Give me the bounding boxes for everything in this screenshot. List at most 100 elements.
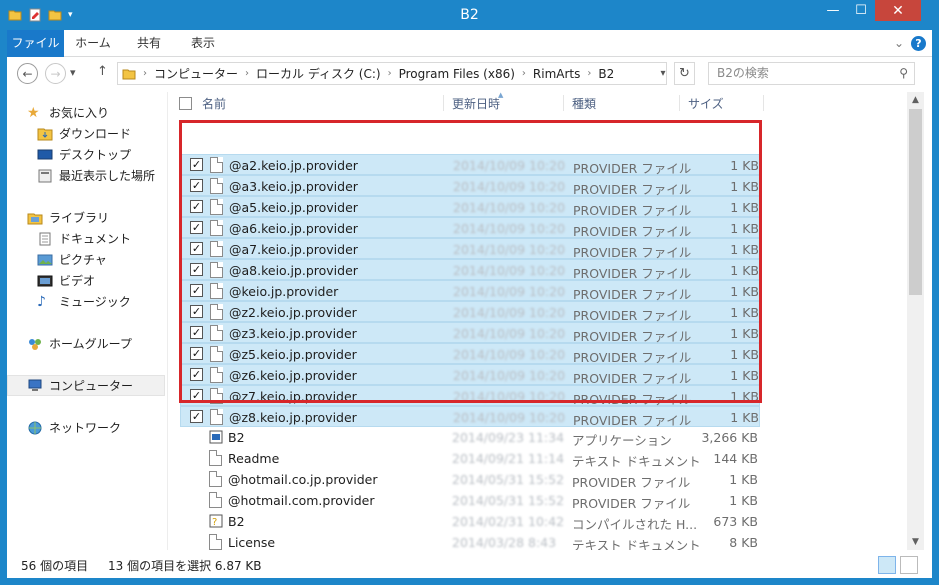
row-checkbox[interactable]: ✓ — [190, 284, 203, 297]
row-checkbox[interactable]: ✓ — [190, 179, 203, 192]
breadcrumb-local-disk[interactable]: ローカル ディスク (C:) — [256, 65, 381, 82]
file-row[interactable]: ✓ @z7.keio.jp.provider 2014/10/09 10:20 PRO… — [180, 385, 760, 407]
details-view-button[interactable] — [878, 556, 896, 574]
nav-music[interactable]: ♪ ミュージック — [7, 291, 165, 312]
nav-network[interactable]: ネットワーク — [7, 417, 165, 438]
nav-downloads[interactable]: ダウンロード — [7, 123, 165, 144]
file-icon — [210, 346, 223, 362]
nav-label: ライブラリ — [49, 211, 110, 225]
file-size: 144 KB — [713, 451, 758, 466]
file-row[interactable]: ✓ @z8.keio.jp.provider 2014/10/09 10:20 PRO… — [180, 406, 760, 428]
address-dropdown-icon[interactable]: ▾ — [654, 62, 672, 85]
row-checkbox[interactable]: ✓ — [190, 410, 203, 423]
file-name: @z8.keio.jp.provider — [229, 410, 357, 425]
tab-home[interactable]: ホーム — [67, 30, 119, 57]
help-icon[interactable]: ? — [911, 36, 926, 51]
scroll-up-icon[interactable]: ▲ — [907, 92, 924, 108]
file-row[interactable]: License 2014/03/28 8:43 テキスト ドキュメント 8 KB — [180, 532, 760, 550]
file-date: 2014/10/09 10:20 — [453, 242, 566, 257]
nav-videos[interactable]: ビデオ — [7, 270, 165, 291]
column-name[interactable]: 名前 — [198, 95, 444, 111]
column-date[interactable]: 更新日時 — [448, 95, 564, 111]
file-icon — [209, 471, 222, 487]
refresh-button[interactable]: ↻ — [674, 62, 695, 85]
nav-computer[interactable]: コンピューター — [7, 375, 165, 396]
scrollbar-thumb[interactable] — [909, 109, 922, 295]
file-row[interactable]: @hotmail.com.provider 2014/05/31 15:52 PRO… — [180, 490, 760, 511]
file-icon — [210, 241, 223, 257]
file-date: 2014/10/09 10:20 — [453, 410, 566, 425]
maximize-button[interactable]: ☐ — [847, 0, 875, 21]
select-all-checkbox[interactable] — [179, 97, 192, 110]
file-icon — [210, 283, 223, 299]
breadcrumb-b2[interactable]: B2 — [598, 67, 614, 81]
file-row[interactable]: @hotmail.co.jp.provider 2014/05/31 15:52 P… — [180, 469, 760, 490]
file-row[interactable]: Readme 2014/09/21 11:14 テキスト ドキュメント 144 KB — [180, 448, 760, 469]
nav-favorites[interactable]: ★ お気に入り — [7, 102, 165, 123]
file-date: 2014/10/09 10:20 — [453, 179, 566, 194]
column-type[interactable]: 種類 — [568, 95, 680, 111]
downloads-folder-icon — [37, 128, 53, 140]
row-checkbox[interactable]: ✓ — [190, 326, 203, 339]
file-row[interactable]: ✓ @a8.keio.jp.provider 2014/10/09 10:20 PRO… — [180, 259, 760, 281]
scroll-down-icon[interactable]: ▼ — [907, 534, 924, 550]
row-checkbox[interactable]: ✓ — [190, 368, 203, 381]
row-checkbox[interactable]: ✓ — [190, 389, 203, 402]
file-row[interactable]: ✓ @a5.keio.jp.provider 2014/10/09 10:20 PRO… — [180, 196, 760, 218]
address-bar[interactable]: › コンピューター › ローカル ディスク (C:) › Program Fil… — [117, 62, 667, 85]
breadcrumb-program-files[interactable]: Program Files (x86) — [399, 67, 515, 81]
row-checkbox[interactable]: ✓ — [190, 158, 203, 171]
breadcrumb-rimarts[interactable]: RimArts — [533, 67, 580, 81]
file-row[interactable]: ✓ @z6.keio.jp.provider 2014/10/09 10:20 PRO… — [180, 364, 760, 386]
nav-libraries[interactable]: ライブラリ — [7, 207, 165, 228]
recent-locations-icon[interactable]: ▾ — [70, 66, 76, 79]
row-checkbox[interactable]: ✓ — [190, 347, 203, 360]
file-row[interactable]: B2 2014/09/23 11:34 アプリケーション 3,266 KB — [180, 427, 760, 448]
row-checkbox[interactable]: ✓ — [190, 200, 203, 213]
tab-share[interactable]: 共有 — [125, 30, 173, 57]
file-size: 1 KB — [730, 263, 759, 278]
nav-recent[interactable]: 最近表示した場所 — [7, 165, 165, 186]
large-icons-view-button[interactable] — [900, 556, 918, 574]
file-row[interactable]: ✓ @a2.keio.jp.provider 2014/10/09 10:20 PRO… — [180, 154, 760, 176]
file-row[interactable]: ✓ @a3.keio.jp.provider 2014/10/09 10:20 PRO… — [180, 175, 760, 197]
file-date: 2014/10/09 10:20 — [453, 305, 566, 320]
file-size: 1 KB — [730, 389, 759, 404]
ribbon-expand-icon[interactable]: ⌄ — [894, 36, 904, 50]
file-name: @z7.keio.jp.provider — [229, 389, 357, 404]
forward-button[interactable]: → — [45, 63, 66, 84]
file-row[interactable]: ✓ @keio.jp.provider 2014/10/09 10:20 PROVID… — [180, 280, 760, 302]
tab-file[interactable]: ファイル — [7, 30, 64, 57]
search-input[interactable]: B2の検索 ⚲ — [708, 62, 915, 85]
row-checkbox[interactable]: ✓ — [190, 305, 203, 318]
file-type: コンパイルされた H... — [572, 517, 698, 532]
file-date: 2014/10/09 10:20 — [453, 347, 566, 362]
minimize-button[interactable]: — — [819, 0, 847, 21]
column-size[interactable]: サイズ — [684, 95, 764, 111]
row-checkbox[interactable]: ✓ — [190, 242, 203, 255]
file-icon — [210, 388, 223, 404]
search-icon[interactable]: ⚲ — [899, 63, 908, 84]
nav-pictures[interactable]: ピクチャ — [7, 249, 165, 270]
file-row[interactable]: ✓ @z5.keio.jp.provider 2014/10/09 10:20 PRO… — [180, 343, 760, 365]
file-row[interactable]: ✓ @z3.keio.jp.provider 2014/10/09 10:20 PRO… — [180, 322, 760, 344]
file-row[interactable]: ✓ @a7.keio.jp.provider 2014/10/09 10:20 PRO… — [180, 238, 760, 260]
file-date: 2014/10/09 10:20 — [453, 200, 566, 215]
nav-documents[interactable]: ドキュメント — [7, 228, 165, 249]
tab-view[interactable]: 表示 — [179, 30, 227, 57]
file-row[interactable]: ✓ @z2.keio.jp.provider 2014/10/09 10:20 PRO… — [180, 301, 760, 323]
computer-icon — [28, 379, 42, 391]
close-button[interactable]: ✕ — [875, 0, 921, 21]
nav-desktop[interactable]: デスクトップ — [7, 144, 165, 165]
vertical-scrollbar[interactable]: ▲ ▼ — [907, 92, 924, 550]
file-name: @z2.keio.jp.provider — [229, 305, 357, 320]
back-button[interactable]: ← — [17, 63, 38, 84]
row-checkbox[interactable]: ✓ — [190, 263, 203, 276]
file-name: @hotmail.com.provider — [228, 493, 375, 508]
file-row[interactable]: ? B2 2014/02/31 10:42 コンパイルされた H... 673 KB — [180, 511, 760, 532]
nav-homegroup[interactable]: ホームグループ — [7, 333, 165, 354]
row-checkbox[interactable]: ✓ — [190, 221, 203, 234]
file-row[interactable]: ✓ @a6.keio.jp.provider 2014/10/09 10:20 PRO… — [180, 217, 760, 239]
up-button[interactable]: ↑ — [97, 64, 108, 79]
breadcrumb-computer[interactable]: コンピューター — [154, 65, 238, 82]
